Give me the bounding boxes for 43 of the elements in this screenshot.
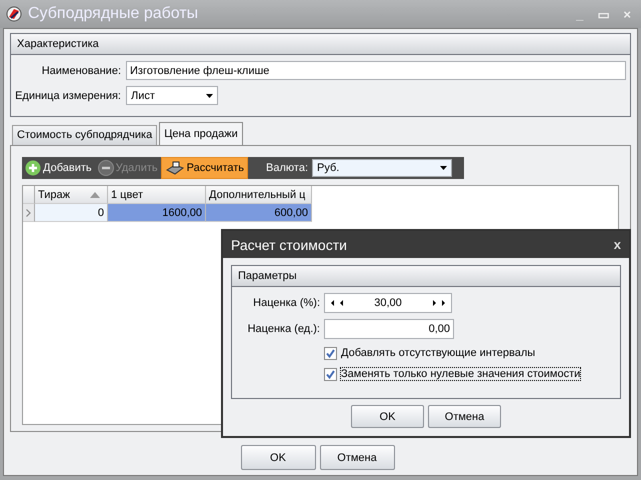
increase-arrows-icon[interactable] [431,300,445,306]
app-logo-icon [6,6,22,22]
tab[interactable]: Цена продажи [159,122,243,145]
cancel-button[interactable]: Отмена [320,445,394,470]
table-cell: 1600,00 [108,204,206,222]
unit-dropdown[interactable]: Лист [126,86,218,105]
group-title: Параметры [232,266,620,287]
checkbox[interactable] [324,368,337,380]
header-corner [23,186,35,204]
dialog-title: Расчет стоимости [231,236,347,252]
checkbox[interactable] [324,346,337,360]
column-header[interactable]: Дополнительный ц [206,186,312,204]
name-field[interactable]: Изготовление флеш-клише [126,61,626,80]
table-cell: 0 [35,204,108,222]
caret-icon [440,166,448,170]
add-button[interactable]: Добавить [22,157,95,179]
markup-percent-spinner[interactable]: 30,00 [324,293,452,313]
tab[interactable]: Стоимость субподрядчика [12,125,158,145]
window-title: Субподрядные работы [28,5,200,23]
calculate-button[interactable]: Рассчитать [160,157,248,179]
sort-icon [90,192,100,198]
minus-icon [98,160,114,176]
table-cell: 600,00 [206,204,312,222]
close-button[interactable]: x [614,237,621,252]
field-label: Наценка (ед.): [246,323,321,335]
decrease-arrows-icon[interactable] [331,300,345,306]
field-label: Наценка (%): [252,297,321,309]
column-header[interactable]: 1 цвет [108,186,206,204]
group-title: Характеристика [11,34,630,55]
column-header[interactable]: Тираж [35,186,108,204]
cancel-button[interactable]: Отмена [428,405,501,428]
ok-button[interactable]: OK [240,445,316,470]
checkbox-label[interactable]: Заменять только нулевые значения стоимости [340,367,582,381]
plus-icon [25,160,41,176]
field-label: Единица измерения: [14,90,122,102]
currency-label: Валюта: [266,162,308,174]
checkbox-label[interactable]: Добавлять отсутствующие интервалы [340,346,536,360]
field-label: Наименование: [40,64,122,76]
currency-dropdown[interactable]: Руб. [312,159,452,177]
calculator-icon [164,160,185,176]
markup-units-field[interactable]: 0,00 [324,319,454,339]
ok-button[interactable]: OK [351,405,424,428]
caret-icon [206,94,213,98]
